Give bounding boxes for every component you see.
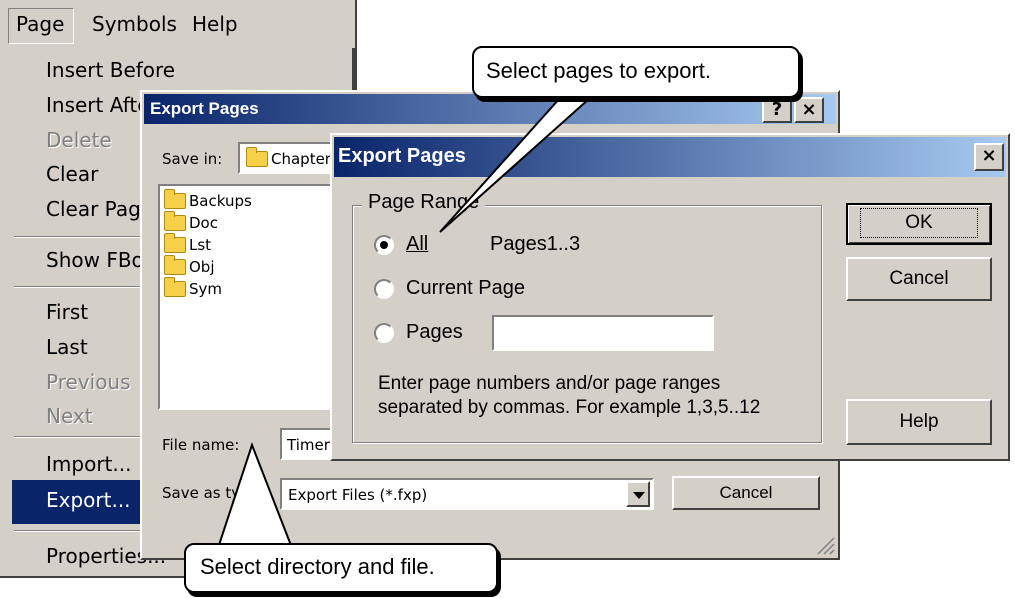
top-callout-pointer <box>439 97 593 233</box>
callout-select-pages: Select pages to export. <box>472 46 800 98</box>
bottom-callout-pointer <box>216 442 294 549</box>
callout-select-directory: Select directory and file. <box>184 543 498 593</box>
